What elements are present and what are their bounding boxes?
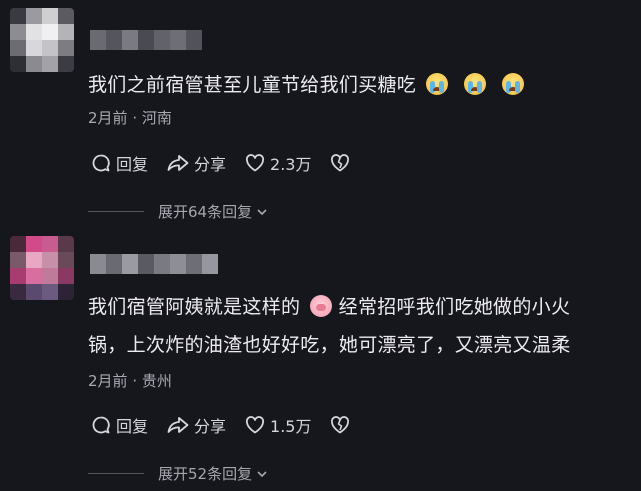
share-arrow-icon — [167, 417, 189, 433]
comment-time: 2月前 — [88, 109, 128, 127]
like-button[interactable]: 2.3万 — [244, 151, 311, 175]
comment-actions: 回复 分享 2.3万 — [90, 151, 373, 175]
share-arrow-icon — [167, 155, 189, 171]
reply-label: 回复 — [116, 417, 149, 436]
expand-replies-label: 展开52条回复 — [158, 465, 253, 483]
comment-meta: 2月前 · 贵州 — [88, 370, 172, 391]
meta-separator: · — [132, 372, 138, 390]
reply-button[interactable]: 回复 — [90, 413, 148, 437]
share-button[interactable]: 分享 — [166, 151, 226, 175]
comment-location: 贵州 — [141, 372, 172, 390]
heart-icon — [245, 154, 265, 172]
comment-text: 我们宿管阿姨就是这样的 经常招呼我们吃她做的小火 锅，上次炸的油渣也好好吃，她可… — [88, 288, 633, 364]
chevron-down-icon — [257, 470, 267, 477]
share-label: 分享 — [194, 417, 227, 436]
comment-text-part-2: 经常招呼我们吃她做的小火 — [338, 296, 571, 318]
share-label: 分享 — [194, 155, 227, 174]
meta-separator: · — [132, 109, 138, 127]
comment-text-line-2: 锅，上次炸的油渣也好好吃，她可漂亮了，又漂亮又温柔 — [88, 334, 571, 356]
heart-icon — [245, 416, 265, 434]
comment-meta: 2月前 · 河南 — [88, 107, 172, 128]
crying-face-icon — [502, 73, 525, 95]
expand-replies-button[interactable]: 展开64条回复 — [88, 201, 269, 222]
comment-location: 河南 — [141, 109, 172, 127]
comment-time: 2月前 — [88, 372, 128, 390]
comment-text-part-1: 我们宿管阿姨就是这样的 — [88, 296, 301, 318]
broken-heart-icon — [331, 416, 350, 434]
comment-actions: 回复 分享 1.5万 — [90, 413, 373, 437]
like-count: 1.5万 — [270, 417, 312, 436]
avatar[interactable] — [10, 236, 74, 300]
expand-replies-label: 展开64条回复 — [158, 203, 253, 221]
comment-text-content: 我们之前宿管甚至儿童节给我们买糖吃 — [88, 74, 417, 96]
crying-face-icon — [426, 73, 449, 95]
avatar[interactable] — [10, 8, 74, 72]
divider — [88, 211, 144, 212]
like-button[interactable]: 1.5万 — [244, 413, 311, 437]
comment-bubble-icon — [92, 154, 110, 172]
username-blurred[interactable] — [90, 30, 202, 50]
crying-face-icon — [464, 73, 487, 95]
reply-button[interactable]: 回复 — [90, 151, 148, 175]
expand-replies-button[interactable]: 展开52条回复 — [88, 463, 269, 484]
broken-heart-icon — [331, 154, 350, 172]
reply-label: 回复 — [116, 155, 149, 174]
divider — [88, 473, 144, 474]
dislike-button[interactable] — [329, 152, 355, 174]
like-count: 2.3万 — [270, 155, 312, 174]
share-button[interactable]: 分享 — [166, 413, 226, 437]
comment-text: 我们之前宿管甚至儿童节给我们买糖吃 — [88, 66, 633, 104]
pig-face-icon — [310, 295, 333, 317]
dislike-button[interactable] — [329, 414, 355, 436]
comment-bubble-icon — [92, 416, 110, 434]
chevron-down-icon — [257, 208, 267, 215]
username-blurred[interactable] — [90, 254, 218, 274]
